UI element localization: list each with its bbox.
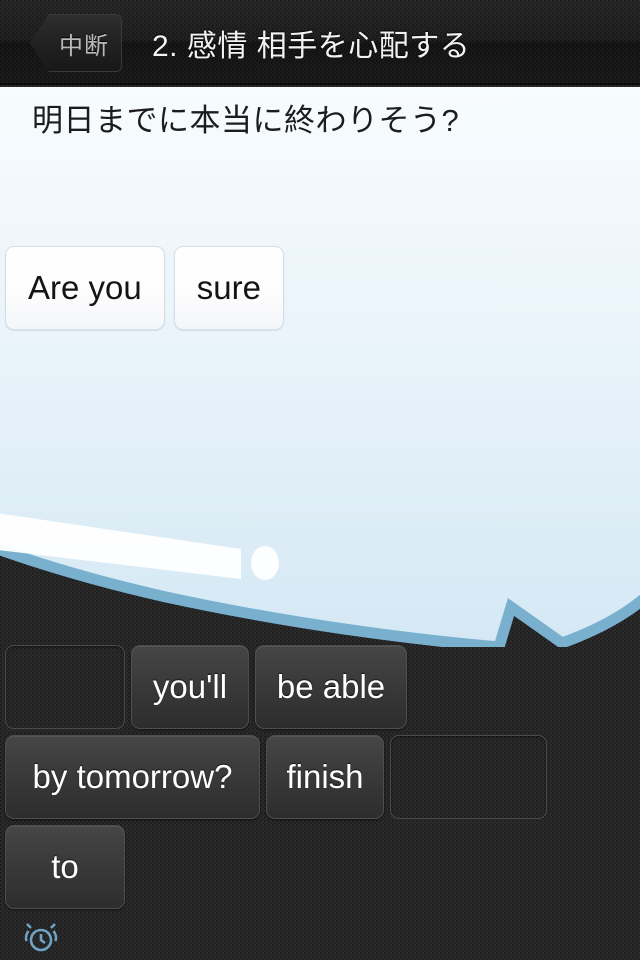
word-bank-tile[interactable]: be able [255, 645, 407, 729]
question-prompt: 明日までに本当に終わりそう? [32, 103, 460, 138]
app-header: 中断 2. 感情 相手を心配する [0, 0, 640, 85]
bubble-path [0, 87, 640, 647]
word-bank-row: by tomorrow? finish [5, 735, 637, 819]
speech-bubble [0, 87, 640, 647]
page-title: 2. 感情 相手を心配する [152, 29, 471, 63]
word-bank: you'll be able by tomorrow? finish to [5, 645, 637, 915]
interrupt-back-button[interactable]: 中断 [30, 14, 122, 72]
alarm-clock-icon [24, 923, 58, 952]
word-bank-tile[interactable]: to [5, 825, 125, 909]
word-bank-tile[interactable]: you'll [131, 645, 249, 729]
answer-tile[interactable]: sure [173, 246, 284, 330]
quiz-screen: 中断 2. 感情 相手を心配する 明日までに本当に終わりそう? Are you s… [0, 0, 640, 960]
word-bank-row: you'll be able [5, 645, 637, 729]
word-bank-tile[interactable]: by tomorrow? [5, 735, 260, 819]
footer-bar: 残り 3問 [0, 912, 640, 960]
bubble-gloss-dot [251, 546, 279, 580]
back-button-label: 中断 [59, 32, 109, 60]
answer-tile[interactable]: Are you [5, 246, 165, 330]
word-bank-empty-slot [390, 735, 547, 819]
answer-slot-area[interactable]: Are you sure [0, 246, 640, 340]
word-bank-row: to [5, 825, 637, 909]
speech-bubble-shape [0, 87, 640, 647]
word-bank-empty-slot [5, 645, 125, 729]
word-bank-tile[interactable]: finish [266, 735, 384, 819]
